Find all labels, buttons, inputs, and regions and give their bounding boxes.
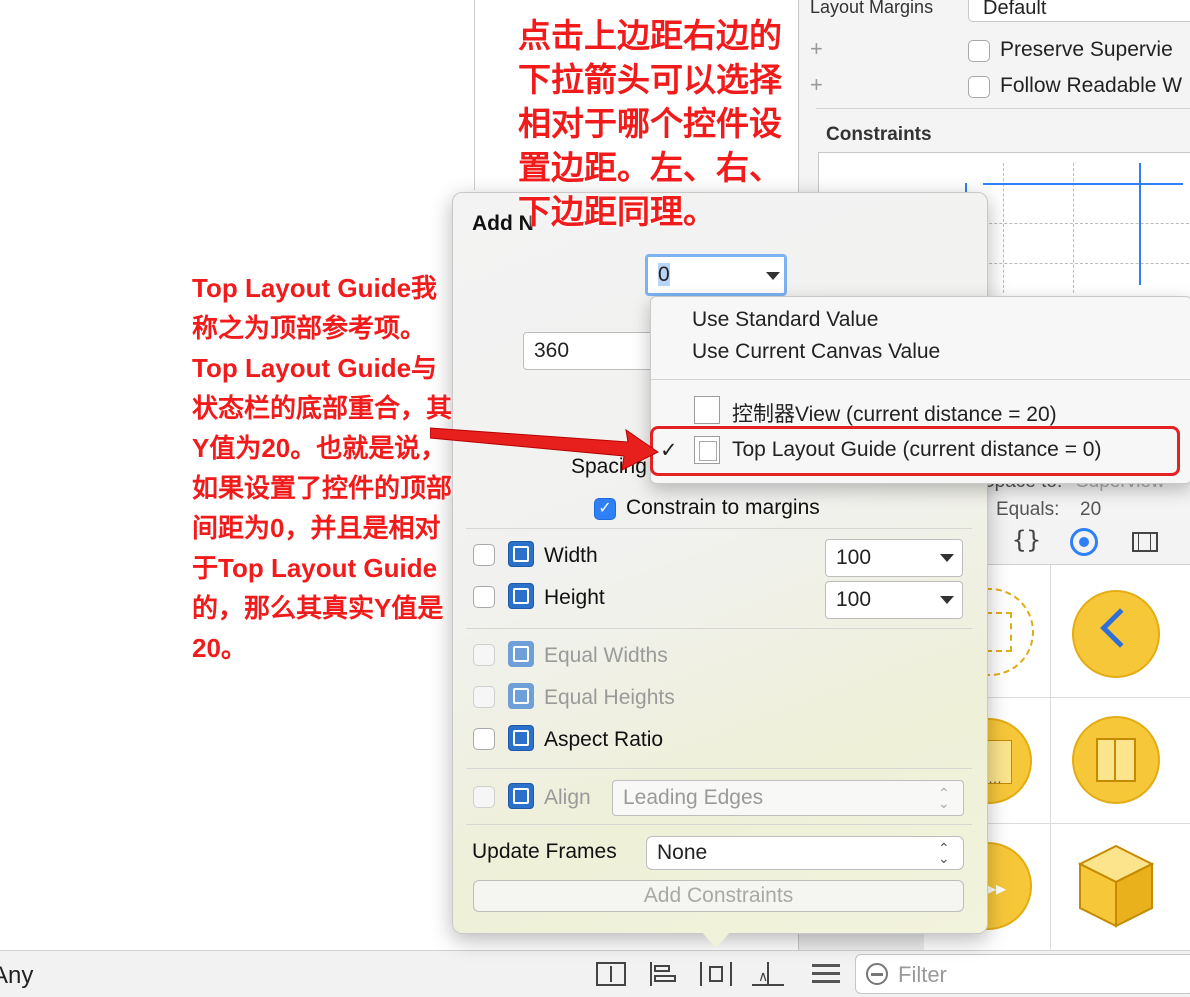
width-constraint-icon bbox=[508, 541, 534, 567]
aspect-ratio-checkbox[interactable] bbox=[473, 728, 495, 750]
3d-cube-icon[interactable] bbox=[1076, 842, 1156, 930]
height-label: Height bbox=[544, 586, 605, 609]
constraint-blue-h bbox=[983, 183, 1183, 185]
pin-icon[interactable] bbox=[700, 962, 732, 986]
resolve-issues-icon[interactable]: ∧ bbox=[752, 962, 784, 986]
height-value: 100 bbox=[836, 588, 872, 611]
constrain-to-margins-label: Constrain to margins bbox=[626, 496, 820, 519]
align-label: Align bbox=[544, 786, 591, 809]
popover-separator bbox=[466, 768, 972, 769]
annotation-highlight-box bbox=[650, 426, 1180, 476]
plus-icon[interactable]: + bbox=[810, 72, 823, 98]
split-view-icon[interactable] bbox=[1072, 716, 1160, 804]
update-frames-select[interactable]: None bbox=[646, 836, 964, 870]
code-snippet-tab-icon[interactable]: {} bbox=[1012, 526, 1041, 554]
annotation-arrow bbox=[430, 427, 659, 471]
left-spacing-field[interactable]: 360 bbox=[523, 332, 663, 370]
layout-margins-select[interactable]: Default bbox=[968, 0, 1190, 22]
add-constraints-label: Add Constraints bbox=[643, 884, 794, 907]
preserve-superview-checkbox[interactable] bbox=[968, 40, 990, 62]
size-class-label[interactable]: Any bbox=[0, 962, 33, 990]
menu-item-controller-view[interactable]: 控制器View (current distance = 20) bbox=[732, 398, 1057, 428]
update-frames-label: Update Frames bbox=[472, 840, 617, 863]
annotation-left-note: Top Layout Guide我 称之为顶部参考项。 Top Layout G… bbox=[192, 273, 453, 663]
layout-margins-label: Layout Margins bbox=[810, 0, 934, 17]
equal-heights-icon bbox=[508, 683, 534, 709]
equal-widths-icon bbox=[508, 641, 534, 667]
constraint-dashed-h bbox=[969, 263, 1190, 264]
object-library-tab-icon[interactable] bbox=[1070, 528, 1098, 556]
top-spacing-value: 0 bbox=[658, 263, 670, 286]
equal-heights-label: Equal Heights bbox=[544, 686, 675, 709]
height-checkbox[interactable] bbox=[473, 586, 495, 608]
top-spacing-dropdown-arrow[interactable] bbox=[766, 272, 780, 280]
follow-readable-label: Follow Readable W bbox=[1000, 74, 1183, 97]
follow-readable-checkbox[interactable] bbox=[968, 76, 990, 98]
annotation-top-note: 点击上边距右边的 下拉箭头可以选择 相对于哪个控件设 置边距。左、右、 下边距同… bbox=[518, 17, 782, 230]
width-label: Width bbox=[544, 544, 598, 567]
media-library-tab-icon[interactable] bbox=[1132, 532, 1158, 552]
width-checkbox[interactable] bbox=[473, 544, 495, 566]
align-checkbox[interactable] bbox=[473, 786, 495, 808]
width-value: 100 bbox=[836, 546, 872, 569]
menu-item-use-standard[interactable]: Use Standard Value bbox=[692, 308, 878, 332]
library-filter-field[interactable]: Filter bbox=[855, 954, 1190, 994]
popover-arrow bbox=[700, 930, 732, 948]
equal-widths-checkbox[interactable] bbox=[473, 644, 495, 666]
update-frames-stepper-icon: ⌃ ⌄ bbox=[938, 840, 950, 866]
canvas-divider bbox=[474, 0, 475, 190]
align-icon[interactable] bbox=[648, 962, 678, 986]
inspector-separator bbox=[816, 108, 1190, 109]
view-item-icon bbox=[694, 396, 720, 424]
popover-separator bbox=[466, 628, 972, 629]
aspect-ratio-icon bbox=[508, 725, 534, 751]
plus-icon[interactable]: + bbox=[810, 36, 823, 62]
align-select-value: Leading Edges bbox=[623, 786, 764, 809]
preserve-superview-label: Preserve Supervie bbox=[1000, 38, 1173, 61]
left-spacing-value: 360 bbox=[534, 339, 570, 362]
align-icon bbox=[508, 783, 534, 809]
equals-value: 20 bbox=[1080, 499, 1102, 520]
equal-widths-label: Equal Widths bbox=[544, 644, 668, 667]
menu-separator bbox=[651, 379, 1190, 380]
aspect-ratio-label: Aspect Ratio bbox=[544, 728, 664, 751]
width-dropdown-arrow[interactable] bbox=[940, 554, 954, 562]
height-dropdown-arrow[interactable] bbox=[940, 596, 954, 604]
filter-icon bbox=[866, 963, 888, 985]
back-navigation-icon[interactable] bbox=[1072, 590, 1160, 678]
align-stepper-icon: ⌃ ⌄ bbox=[938, 785, 950, 811]
list-view-icon[interactable] bbox=[812, 962, 840, 986]
update-frames-value: None bbox=[657, 841, 708, 864]
align-select[interactable]: Leading Edges bbox=[612, 780, 964, 816]
add-constraints-button[interactable]: Add Constraints bbox=[473, 880, 964, 912]
constraint-dashed-h bbox=[969, 223, 1190, 224]
constraint-blue-v bbox=[1139, 163, 1141, 285]
constrain-to-margins-checkbox[interactable]: ✓ bbox=[594, 498, 616, 520]
height-constraint-icon bbox=[508, 583, 534, 609]
menu-item-use-canvas[interactable]: Use Current Canvas Value bbox=[692, 340, 940, 364]
stack-icon[interactable] bbox=[596, 962, 626, 986]
equal-heights-checkbox[interactable] bbox=[473, 686, 495, 708]
popover-separator bbox=[466, 528, 972, 529]
equals-label: Equals: bbox=[996, 499, 1060, 520]
filter-placeholder: Filter bbox=[898, 962, 947, 987]
popover-separator bbox=[466, 824, 972, 825]
constraints-header: Constraints bbox=[826, 124, 932, 145]
